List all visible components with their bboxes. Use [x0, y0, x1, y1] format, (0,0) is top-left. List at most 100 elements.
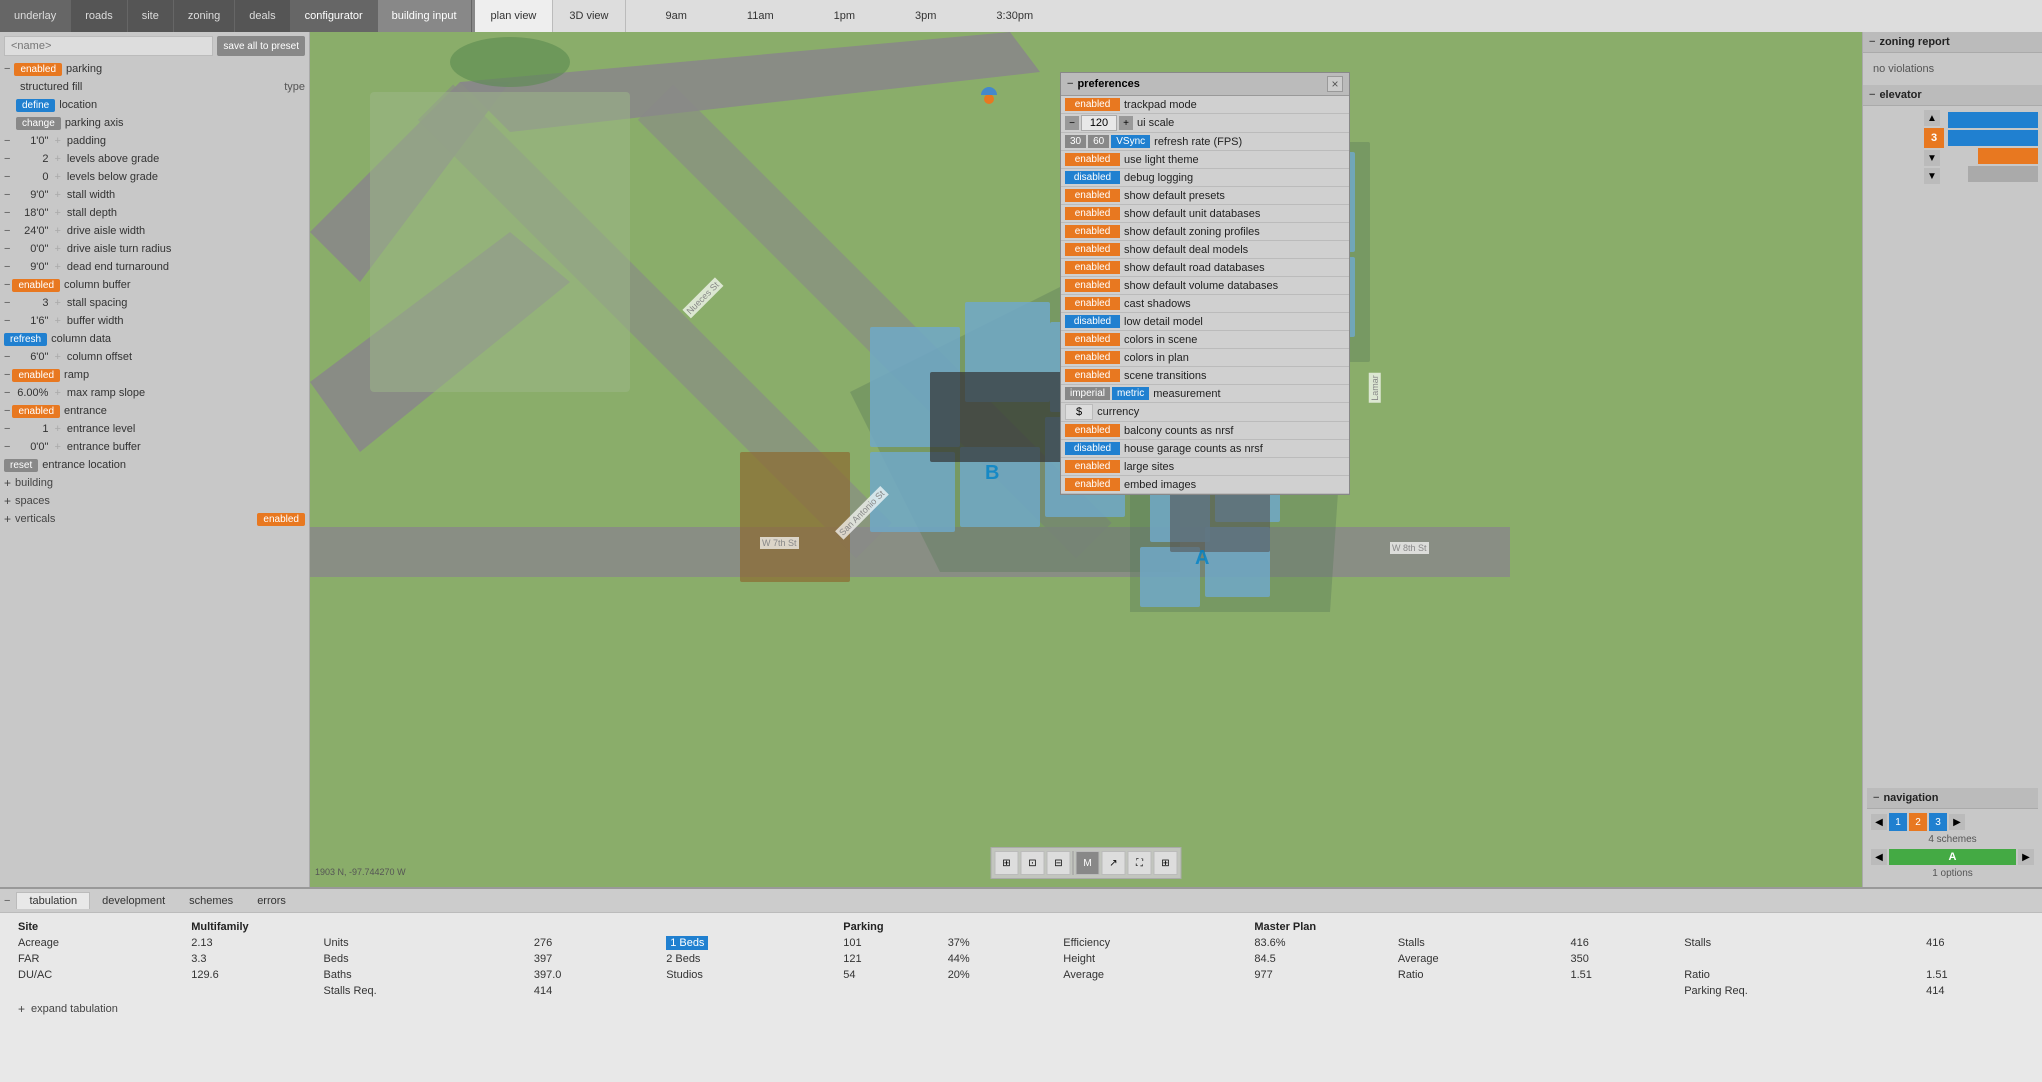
elevator-controls: ▲ 3 ▼ ▼: [1924, 110, 2038, 184]
map-area[interactable]: Nueces St San Antonio St W 7th St W 8th …: [310, 32, 1862, 887]
stall-spacing-value: 3: [12, 297, 52, 309]
garage-toggle[interactable]: disabled: [1065, 442, 1120, 455]
rate-vsync-btn[interactable]: VSync: [1111, 135, 1150, 148]
default-roads-toggle[interactable]: enabled: [1065, 261, 1120, 274]
cell: 416: [1918, 935, 2032, 951]
cell: Acreage: [10, 935, 183, 951]
pref-colors-scene: enabled colors in scene: [1061, 331, 1349, 349]
parking-axis-label: parking axis: [61, 117, 305, 129]
map-tool-expand[interactable]: ⛶: [1128, 851, 1152, 875]
tab-deals[interactable]: deals: [235, 0, 290, 32]
pref-large-sites: enabled large sites: [1061, 458, 1349, 476]
elevator-up-arrow[interactable]: ▲: [1924, 110, 1940, 126]
scheme-2-btn[interactable]: 2: [1909, 813, 1927, 831]
tab-plan-view[interactable]: plan view: [475, 0, 554, 32]
tabulation-table: Site Multifamily Parking Master Plan Acr…: [10, 919, 2032, 999]
elevator-bars: [1948, 112, 2038, 182]
column-data-row: refresh column data: [0, 330, 309, 348]
parking-status-button[interactable]: enabled: [14, 63, 62, 76]
ui-scale-minus[interactable]: −: [1065, 116, 1079, 130]
tab-configurator[interactable]: configurator: [291, 0, 378, 32]
type-value: structured fill: [16, 81, 280, 93]
rate-60-btn[interactable]: 60: [1088, 135, 1109, 148]
scheme-3-btn[interactable]: 3: [1929, 813, 1947, 831]
expand-tabulation-row[interactable]: + expand tabulation: [10, 999, 2032, 1019]
tab-development[interactable]: development: [90, 893, 177, 909]
ramp-row: − enabled ramp: [0, 366, 309, 384]
entrance-status-button[interactable]: enabled: [12, 405, 60, 418]
time-markers: 9am 11am 1pm 3pm 3:30pm: [626, 0, 2042, 32]
scheme-1-btn[interactable]: 1: [1889, 813, 1907, 831]
default-unit-db-toggle[interactable]: enabled: [1065, 207, 1120, 220]
tab-building-input[interactable]: building input: [378, 0, 472, 32]
map-tool-m[interactable]: M: [1076, 851, 1100, 875]
column-buffer-status-button[interactable]: enabled: [12, 279, 60, 292]
default-presets-toggle[interactable]: enabled: [1065, 189, 1120, 202]
schemes-prev-arrow[interactable]: ◀: [1871, 814, 1887, 830]
pref-scene-transitions: enabled scene transitions: [1061, 367, 1349, 385]
verticals-status-button[interactable]: enabled: [257, 513, 305, 526]
low-detail-toggle[interactable]: disabled: [1065, 315, 1120, 328]
large-sites-toggle[interactable]: enabled: [1065, 460, 1120, 473]
spaces-section[interactable]: + spaces: [0, 492, 309, 510]
cell: 1.51: [1918, 967, 2032, 983]
pref-light-theme: enabled use light theme: [1061, 151, 1349, 169]
ui-scale-plus[interactable]: +: [1119, 116, 1133, 130]
reset-button[interactable]: reset: [4, 459, 38, 472]
trackpad-toggle[interactable]: enabled: [1065, 98, 1120, 111]
define-button[interactable]: define: [16, 99, 55, 112]
ui-scale-input[interactable]: [1081, 115, 1117, 131]
colors-scene-toggle[interactable]: enabled: [1065, 333, 1120, 346]
default-volumes-toggle[interactable]: enabled: [1065, 279, 1120, 292]
options-row: ◀ A ▶: [1871, 849, 2034, 865]
tab-roads[interactable]: roads: [71, 0, 128, 32]
building-section[interactable]: + building: [0, 474, 309, 492]
schemes-next-arrow[interactable]: ▶: [1949, 814, 1965, 830]
colors-plan-toggle[interactable]: enabled: [1065, 351, 1120, 364]
rate-30-btn[interactable]: 30: [1065, 135, 1086, 148]
balcony-toggle[interactable]: enabled: [1065, 424, 1120, 437]
options-next-arrow[interactable]: ▶: [2018, 849, 2034, 865]
ramp-status-button[interactable]: enabled: [12, 369, 60, 382]
map-tool-arrow[interactable]: ↗: [1102, 851, 1126, 875]
scene-transitions-toggle[interactable]: enabled: [1065, 369, 1120, 382]
refresh-button[interactable]: refresh: [4, 333, 47, 346]
map-tool-fullscreen[interactable]: ⊞: [1154, 851, 1178, 875]
map-tool-box[interactable]: ⊡: [1021, 851, 1045, 875]
light-theme-toggle[interactable]: enabled: [1065, 153, 1120, 166]
default-zoning-toggle[interactable]: enabled: [1065, 225, 1120, 238]
tab-site[interactable]: site: [128, 0, 174, 32]
pref-ui-scale: − + ui scale: [1061, 114, 1349, 133]
option-a-btn[interactable]: A: [1889, 849, 2016, 865]
name-input[interactable]: [4, 36, 213, 56]
elevator-bottom-arrow[interactable]: ▼: [1924, 168, 1940, 184]
elevator-down-arrow[interactable]: ▼: [1924, 150, 1940, 166]
spaces-label: spaces: [15, 495, 50, 507]
map-tool-minus-box[interactable]: ⊟: [1047, 851, 1071, 875]
verticals-section[interactable]: + verticals enabled: [0, 510, 309, 528]
metric-btn[interactable]: metric: [1112, 387, 1149, 400]
tab-errors[interactable]: errors: [245, 893, 298, 909]
change-button[interactable]: change: [16, 117, 61, 130]
preferences-close-button[interactable]: ×: [1327, 76, 1343, 92]
default-deals-toggle[interactable]: enabled: [1065, 243, 1120, 256]
tab-3d-view[interactable]: 3D view: [553, 0, 625, 32]
cell: 276: [526, 935, 658, 951]
pref-default-roads: enabled show default road databases: [1061, 259, 1349, 277]
imperial-btn[interactable]: imperial: [1065, 387, 1110, 400]
embed-images-toggle[interactable]: enabled: [1065, 478, 1120, 491]
tab-schemes[interactable]: schemes: [177, 893, 245, 909]
tab-tabulation[interactable]: tabulation: [16, 892, 90, 909]
trackpad-label: trackpad mode: [1120, 99, 1345, 111]
tab-zoning[interactable]: zoning: [174, 0, 235, 32]
debug-logging-toggle[interactable]: disabled: [1065, 171, 1120, 184]
save-preset-button[interactable]: save all to preset: [217, 36, 305, 56]
cell: [1676, 951, 1918, 967]
cast-shadows-toggle[interactable]: enabled: [1065, 297, 1120, 310]
options-prev-arrow[interactable]: ◀: [1871, 849, 1887, 865]
refresh-rate-group: 30 60 VSync: [1065, 135, 1150, 148]
stall-width-label: stall width: [63, 189, 305, 201]
pref-refresh-rate: 30 60 VSync refresh rate (FPS): [1061, 133, 1349, 151]
tab-underlay[interactable]: underlay: [0, 0, 71, 32]
map-tool-grid[interactable]: ⊞: [995, 851, 1019, 875]
